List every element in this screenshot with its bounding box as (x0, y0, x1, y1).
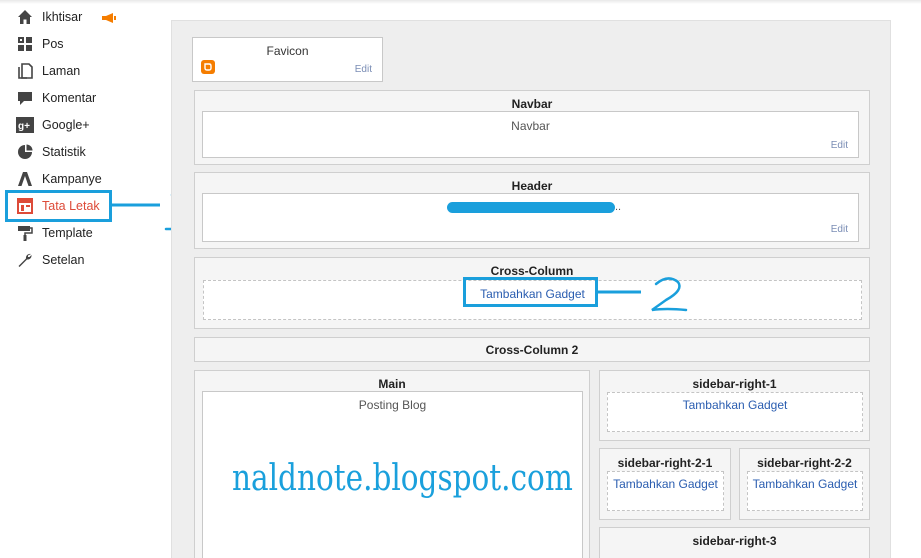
sidebar-item-label: Laman (42, 64, 81, 78)
sidebar-right-2-1-section-title: sidebar-right-2-1 (617, 456, 713, 470)
sidebar-item-ikhtisar[interactable]: Ikhtisar (16, 7, 82, 27)
annotation-box-2 (463, 277, 598, 307)
header-gadget-suffix: .. (615, 201, 622, 213)
sidebar-right-2-2-drop-zone: Tambahkan Gadget (747, 471, 863, 511)
sidebar-right-2-2-add-gadget-link[interactable]: Tambahkan Gadget (748, 477, 862, 491)
favicon-edit-link[interactable]: Edit (355, 64, 372, 75)
sidebar-item-template[interactable]: Template (16, 223, 93, 243)
sidebar-item-label: Pos (42, 37, 64, 51)
paint-roller-icon (16, 224, 34, 242)
campaign-icon (16, 170, 34, 188)
cross-column-2-section-title: Cross-Column 2 (485, 343, 579, 357)
sidebar-right-2-1-drop-zone: Tambahkan Gadget (607, 471, 724, 511)
sidebar-right-2-1-add-gadget-link[interactable]: Tambahkan Gadget (608, 477, 723, 491)
sidebar-right-1-section-title: sidebar-right-1 (692, 377, 777, 391)
sidebar-item-label: Statistik (42, 145, 86, 159)
favicon-gadget[interactable]: Favicon Edit (192, 37, 383, 82)
header-gadget[interactable]: .. Edit (202, 193, 859, 242)
sidebar-item-label: Kampanye (42, 172, 102, 186)
wrench-icon (16, 251, 34, 269)
sidebar-right-2-2-section-title: sidebar-right-2-2 (757, 456, 852, 470)
sidebar-item-kampanye[interactable]: Kampanye (16, 169, 102, 189)
navbar-gadget[interactable]: Navbar Edit (202, 111, 859, 158)
posts-icon (16, 35, 34, 53)
sidebar-right-2-2-section: sidebar-right-2-2 Tambahkan Gadget (739, 448, 870, 520)
navbar-section: Navbar Navbar Edit (194, 90, 870, 165)
megaphone-icon (102, 12, 116, 23)
sidebar-right-3-section: sidebar-right-3 (599, 527, 870, 558)
sidebar-item-label: Google+ (42, 118, 90, 132)
cross-column-2-section: Cross-Column 2 (194, 337, 870, 362)
sidebar-right-1-section: sidebar-right-1 Tambahkan Gadget (599, 370, 870, 441)
sidebar-item-statistik[interactable]: Statistik (16, 142, 86, 162)
header-edit-link[interactable]: Edit (831, 224, 848, 235)
sidebar-item-laman[interactable]: Laman (16, 61, 80, 81)
redacted-blog-title (447, 202, 615, 213)
sidebar-item-label: Template (42, 226, 93, 240)
pie-chart-icon (16, 143, 34, 161)
pages-icon (16, 62, 34, 80)
annotation-box-1 (5, 190, 112, 222)
sidebar-item-label: Ikhtisar (42, 10, 83, 24)
sidebar-item-google-plus[interactable]: g+ Google+ (16, 115, 90, 135)
sidebar-right-2-1-section: sidebar-right-2-1 Tambahkan Gadget (599, 448, 731, 520)
annotation-marker-2 (598, 277, 688, 312)
comment-icon (16, 89, 34, 107)
main-section-title: Main (378, 377, 406, 391)
sidebar-item-setelan[interactable]: Setelan (16, 250, 84, 270)
home-icon (16, 8, 34, 26)
google-plus-icon: g+ (16, 116, 34, 134)
header-section-title: Header (511, 179, 553, 193)
sidebar-right-3-section-title: sidebar-right-3 (692, 534, 777, 548)
favicon-title: Favicon (266, 44, 309, 58)
sidebar-item-label: Setelan (42, 253, 85, 267)
sidebar-right-1-add-gadget-link[interactable]: Tambahkan Gadget (608, 398, 862, 412)
sidebar: Ikhtisar Pos Laman Komentar g+ Google+ S… (0, 0, 170, 558)
sidebar-item-pos[interactable]: Pos (16, 34, 64, 54)
navbar-gadget-title: Navbar (511, 119, 550, 133)
sidebar-item-label: Komentar (42, 91, 97, 105)
sidebar-right-1-drop-zone: Tambahkan Gadget (607, 392, 863, 432)
svg-text:g+: g+ (18, 121, 30, 132)
watermark: naldnote.blogspot.com (232, 458, 573, 499)
cross-column-section-title: Cross-Column (490, 264, 574, 278)
blogger-icon (201, 60, 215, 74)
navbar-section-title: Navbar (511, 97, 553, 111)
navbar-edit-link[interactable]: Edit (831, 140, 848, 151)
blog-posts-gadget-title: Posting Blog (358, 398, 427, 412)
sidebar-item-komentar[interactable]: Komentar (16, 88, 96, 108)
header-section: Header .. Edit (194, 172, 870, 249)
